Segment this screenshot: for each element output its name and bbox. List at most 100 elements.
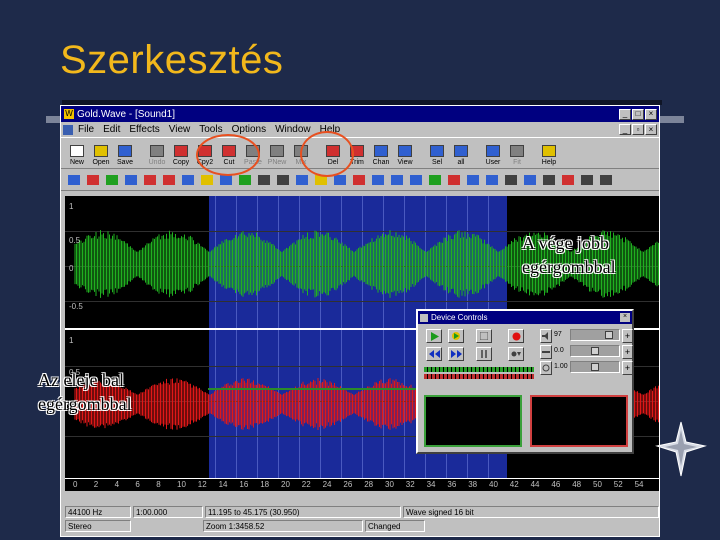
effect-button-13[interactable] xyxy=(293,171,310,188)
device-controls-titlebar[interactable]: Device Controls × xyxy=(418,311,632,324)
paste-new-icon xyxy=(270,145,284,157)
menu-edit[interactable]: Edit xyxy=(103,124,120,135)
toolbar-user-button[interactable]: User xyxy=(481,138,505,166)
status-sample-rate: 44100 Hz xyxy=(65,506,131,518)
effect-button-17[interactable] xyxy=(369,171,386,188)
toolbar-view-button[interactable]: View xyxy=(393,138,417,166)
time-ruler[interactable]: 0 2 4 6 8 10 12 14 16 18 20 22 24 26 28 30 32 34 36 38 40 42 4… xyxy=(65,478,659,491)
effect-button-18[interactable] xyxy=(388,171,405,188)
doc-restore-button[interactable]: ▫ xyxy=(632,124,644,135)
speed-slider-knob[interactable] xyxy=(591,363,599,371)
main-toolbar: New Open Save Undo Copy Cpy2 Cut Paste PNew Mix De… xyxy=(61,137,659,169)
time-tick-label: 48 xyxy=(572,480,582,489)
effect-button-24[interactable] xyxy=(502,171,519,188)
time-tick-label: 40 xyxy=(489,480,498,489)
toolbar-fit-button[interactable]: Fit xyxy=(505,138,529,166)
effect-icon xyxy=(162,174,175,185)
rewind-button[interactable] xyxy=(426,347,442,361)
toolbar-pnew-button[interactable]: PNew xyxy=(265,138,289,166)
effect-icon xyxy=(561,174,574,185)
doc-close-button[interactable]: × xyxy=(645,124,657,135)
volume-slider[interactable] xyxy=(570,329,620,341)
effect-button-2[interactable] xyxy=(84,171,101,188)
menu-tools[interactable]: Tools xyxy=(199,124,222,135)
menu-options[interactable]: Options xyxy=(232,124,266,135)
play-button[interactable] xyxy=(426,329,442,343)
menu-view[interactable]: View xyxy=(169,124,191,135)
toolbar-all-button[interactable]: all xyxy=(449,138,473,166)
time-tick-label: 18 xyxy=(260,480,270,489)
toolbar-button-label: User xyxy=(485,159,501,166)
time-tick-label: 30 xyxy=(385,480,394,489)
volume-icon-button[interactable] xyxy=(540,329,552,343)
balance-icon-button[interactable] xyxy=(540,345,552,359)
document-menu-icon[interactable] xyxy=(63,124,73,135)
toolbar-button-label: Copy xyxy=(172,159,190,166)
effect-button-21[interactable] xyxy=(445,171,462,188)
effect-button-27[interactable] xyxy=(559,171,576,188)
volume-slider-knob[interactable] xyxy=(605,331,613,339)
effect-button-3[interactable] xyxy=(103,171,120,188)
balance-slider[interactable] xyxy=(570,345,620,357)
effect-button-4[interactable] xyxy=(122,171,139,188)
effect-button-19[interactable] xyxy=(407,171,424,188)
oscilloscope-right xyxy=(530,395,628,447)
play-selection-button[interactable] xyxy=(448,329,464,343)
toolbar-undo-button[interactable]: Undo xyxy=(145,138,169,166)
toolbar-help-button[interactable]: Help xyxy=(537,138,561,166)
speed-up-button[interactable]: + xyxy=(622,361,633,375)
fit-icon xyxy=(510,145,524,157)
time-tick-label: 42 xyxy=(509,480,519,489)
device-close-button[interactable]: × xyxy=(620,313,630,322)
effect-button-12[interactable] xyxy=(274,171,291,188)
toolbar-sel-button[interactable]: Sel xyxy=(425,138,449,166)
doc-minimize-button[interactable]: _ xyxy=(619,124,631,135)
volume-up-button[interactable]: + xyxy=(622,329,633,343)
menu-file[interactable]: File xyxy=(78,124,94,135)
menu-effects[interactable]: Effects xyxy=(129,124,159,135)
time-tick-label: 32 xyxy=(405,480,415,489)
effect-button-23[interactable] xyxy=(483,171,500,188)
toolbar-copy-button[interactable]: Copy xyxy=(169,138,193,166)
effect-button-22[interactable] xyxy=(464,171,481,188)
maximize-button[interactable]: □ xyxy=(632,108,644,120)
toolbar-open-button[interactable]: Open xyxy=(89,138,113,166)
effect-button-11[interactable] xyxy=(255,171,272,188)
user-icon xyxy=(486,145,500,157)
toolbar-new-button[interactable]: New xyxy=(65,138,89,166)
fast-forward-button[interactable] xyxy=(448,347,464,361)
effect-button-6[interactable] xyxy=(160,171,177,188)
toolbar-chan-button[interactable]: Chan xyxy=(369,138,393,166)
effect-icon xyxy=(200,174,213,185)
speed-slider[interactable] xyxy=(570,361,620,373)
record-button[interactable] xyxy=(508,329,524,343)
pause-button[interactable] xyxy=(476,347,492,361)
menu-window[interactable]: Window xyxy=(275,124,311,135)
stop-button[interactable] xyxy=(476,329,492,343)
effect-button-16[interactable] xyxy=(350,171,367,188)
close-button[interactable]: × xyxy=(645,108,657,120)
effect-button-29[interactable] xyxy=(597,171,614,188)
time-tick-label: 14 xyxy=(218,480,228,489)
minimize-button[interactable]: _ xyxy=(619,108,631,120)
goldwave-app-icon[interactable]: W xyxy=(64,109,74,119)
balance-slider-knob[interactable] xyxy=(591,347,599,355)
volume-icon xyxy=(542,332,548,340)
toolbar-save-button[interactable]: Save xyxy=(113,138,137,166)
effect-icon xyxy=(466,174,479,185)
effect-button-20[interactable] xyxy=(426,171,443,188)
effect-button-28[interactable] xyxy=(578,171,595,188)
window-titlebar[interactable]: W Gold.Wave - [Sound1] _ □ × xyxy=(61,106,659,122)
speed-icon-button[interactable] xyxy=(540,361,552,375)
effect-button-25[interactable] xyxy=(521,171,538,188)
effect-icon xyxy=(276,174,289,185)
effect-button-1[interactable] xyxy=(65,171,82,188)
effect-button-26[interactable] xyxy=(540,171,557,188)
effect-button-7[interactable] xyxy=(179,171,196,188)
properties-button[interactable] xyxy=(508,347,524,361)
effect-icon xyxy=(542,174,555,185)
balance-up-button[interactable]: + xyxy=(622,345,633,359)
amplitude-label: 0 xyxy=(69,264,74,273)
effect-button-5[interactable] xyxy=(141,171,158,188)
toolbar-button-label: Help xyxy=(541,159,557,166)
